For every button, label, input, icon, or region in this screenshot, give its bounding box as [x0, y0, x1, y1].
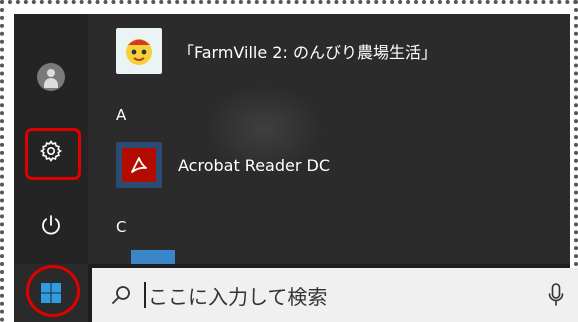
search-icon	[110, 284, 132, 306]
settings-highlight-box	[25, 128, 81, 180]
start-menu: 「FarmVille 2: のんびり農場生活」 A Acrobat Reader…	[14, 14, 570, 264]
account-button[interactable]	[24, 54, 78, 100]
app-label-farmville: 「FarmVille 2: のんびり農場生活」	[178, 43, 437, 62]
app-item-farmville[interactable]: 「FarmVille 2: のんびり農場生活」	[116, 24, 570, 78]
power-icon	[42, 215, 60, 235]
group-header-a[interactable]: A	[116, 106, 126, 124]
app-item-acrobat[interactable]: Acrobat Reader DC	[116, 138, 570, 192]
app-label-acrobat: Acrobat Reader DC	[178, 155, 330, 175]
text-caret	[144, 282, 146, 308]
search-input[interactable]: ここに入力して検索	[148, 281, 327, 310]
partial-app-tile[interactable]	[131, 250, 175, 264]
farmville-icon	[116, 28, 162, 74]
user-avatar-icon	[37, 63, 65, 91]
power-button[interactable]	[24, 202, 78, 248]
start-button-highlight-circle	[26, 265, 80, 317]
acrobat-icon	[116, 142, 162, 188]
app-list: 「FarmVille 2: のんびり農場生活」 A Acrobat Reader…	[110, 14, 570, 264]
microphone-icon[interactable]	[548, 282, 564, 312]
group-header-c[interactable]: C	[116, 218, 126, 236]
search-box[interactable]: ここに入力して検索	[92, 268, 578, 322]
